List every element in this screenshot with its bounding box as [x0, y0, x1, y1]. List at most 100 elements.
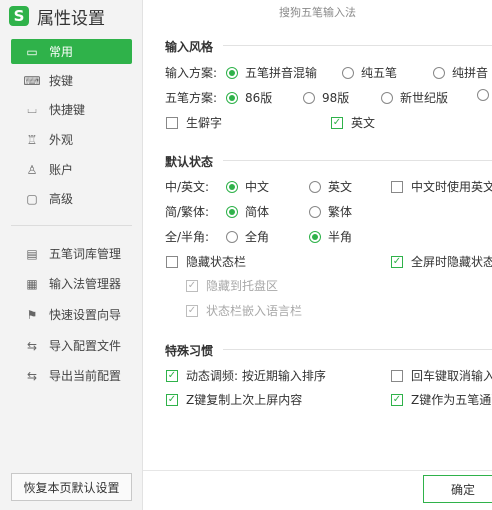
checkbox-z-repeat[interactable]: ✓ Z键复制上次上屏内容	[166, 391, 302, 408]
radio-checked	[309, 230, 321, 243]
radio-pure-wubi[interactable]: 纯五笔	[342, 64, 397, 81]
radio-simplified[interactable]: 简体	[226, 203, 269, 220]
import-icon: ⇆	[26, 338, 38, 353]
option-label: 动态调频: 按近期输入排序	[186, 369, 326, 383]
option-label: 半角	[328, 230, 353, 244]
option-label: 繁体	[328, 205, 353, 219]
option-label: 全屏时隐藏状态栏	[411, 255, 492, 269]
user-icon: ♙	[26, 162, 38, 177]
radio-checked	[226, 66, 238, 79]
dictionary-icon: ▤	[26, 246, 38, 261]
checkbox-unchecked	[166, 116, 178, 129]
section-divider	[223, 349, 492, 350]
checkbox-fullscreen-hide[interactable]: ✓ 全屏时隐藏状态栏	[391, 253, 492, 270]
tool-label: 五笔词库管理	[49, 247, 122, 261]
check-icon: ✓	[391, 393, 403, 406]
settings-panel: 输入风格 输入方案: 五笔拼音混输 纯五笔 纯拼音 五笔方案: 86版 98版 …	[143, 0, 492, 470]
radio-unchecked	[309, 205, 321, 218]
checkbox-cn-use-en-punct[interactable]: 中文时使用英文标点	[391, 178, 492, 195]
nav-item-common[interactable]: ▭ 常用	[11, 39, 132, 64]
ok-button[interactable]: 确定	[423, 475, 492, 503]
nav-item-account[interactable]: ♙ 账户	[11, 157, 132, 182]
radio-wubi-extra[interactable]	[477, 89, 492, 101]
app-header: S 属性设置	[9, 4, 105, 29]
checkbox-unchecked	[166, 255, 178, 268]
sidebar: S 属性设置 ▭ 常用 ⌨ 按键 ⌴ 快捷键 ♖ 外观 ♙ 账户 ▢ 高级 ▤ …	[0, 0, 143, 510]
advanced-icon: ▢	[26, 191, 38, 206]
radio-traditional[interactable]: 繁体	[309, 203, 352, 220]
radio-wubi-pinyin[interactable]: 五笔拼音混输	[226, 64, 317, 81]
checkbox-enter-cancel[interactable]: 回车键取消输入	[391, 367, 492, 384]
radio-half-width[interactable]: 半角	[309, 228, 352, 245]
tool-label: 输入法管理器	[49, 277, 122, 291]
tool-ime-manager[interactable]: ▦ 输入法管理器	[11, 271, 132, 296]
check-icon: ✓	[331, 116, 343, 129]
checkbox-hide-to-tray[interactable]: ✓ 隐藏到托盘区	[186, 277, 278, 294]
section-divider	[223, 45, 492, 46]
radio-unchecked	[381, 91, 393, 104]
shirt-icon: ♖	[26, 132, 38, 147]
checkbox-dynamic-adjust[interactable]: ✓ 动态调频: 按近期输入排序	[166, 367, 326, 384]
radio-wubi-new-century[interactable]: 新世纪版	[381, 89, 448, 106]
tool-export-config[interactable]: ⇆ 导出当前配置	[11, 363, 132, 388]
nav-divider	[11, 225, 132, 226]
radio-unchecked	[433, 66, 445, 79]
option-label: 回车键取消输入	[411, 369, 492, 383]
checkbox-embed-language-bar[interactable]: ✓ 状态栏嵌入语言栏	[186, 302, 302, 319]
radio-chinese[interactable]: 中文	[226, 178, 269, 195]
checkbox-hide-status-bar[interactable]: 隐藏状态栏	[166, 253, 246, 270]
section-title-input-style: 输入风格	[165, 40, 214, 54]
export-icon: ⇆	[26, 368, 38, 383]
nav-item-advanced[interactable]: ▢ 高级	[11, 186, 132, 211]
option-label: Z键复制上次上屏内容	[186, 393, 303, 407]
option-label: 新世纪版	[400, 91, 449, 105]
option-label: 中文	[245, 180, 270, 194]
option-label: 隐藏到托盘区	[206, 279, 279, 293]
option-label: 生僻字	[186, 116, 223, 130]
nav-item-label: 高级	[49, 192, 74, 206]
option-label: 纯五笔	[361, 66, 398, 80]
radio-checked	[226, 180, 238, 193]
nav-item-label: 快捷键	[49, 103, 86, 117]
tool-dictionary-manager[interactable]: ▤ 五笔词库管理	[11, 241, 132, 266]
nav-item-keys[interactable]: ⌨ 按键	[11, 68, 132, 93]
nav-item-label: 外观	[49, 133, 74, 147]
nav-item-label: 账户	[49, 163, 74, 177]
checkbox-z-wubi-wildcard[interactable]: ✓ Z键作为五笔通配键	[391, 391, 492, 408]
nav-item-shortcuts[interactable]: ⌴ 快捷键	[11, 97, 132, 122]
width-label: 全/半角:	[165, 230, 210, 244]
radio-wubi-86[interactable]: 86版	[226, 89, 272, 106]
radio-unchecked	[226, 230, 238, 243]
checkbox-rare-chars[interactable]: 生僻字	[166, 114, 222, 131]
radio-wubi-98[interactable]: 98版	[303, 89, 349, 106]
radio-full-width[interactable]: 全角	[226, 228, 269, 245]
option-label: Z键作为五笔通配键	[411, 393, 492, 407]
radio-english[interactable]: 英文	[309, 178, 352, 195]
tool-setup-wizard[interactable]: ⚑ 快速设置向导	[11, 302, 132, 327]
option-label: 纯拼音	[452, 66, 489, 80]
option-label: 86版	[245, 91, 273, 105]
section-title-default-state: 默认状态	[165, 155, 214, 169]
option-label: 状态栏嵌入语言栏	[206, 304, 303, 318]
radio-unchecked	[303, 91, 315, 104]
keyboard-icon: ⌨	[23, 73, 41, 88]
wubi-scheme-label: 五笔方案:	[165, 91, 218, 105]
check-icon: ✓	[186, 279, 198, 292]
nav-item-label: 按键	[49, 74, 74, 88]
manager-icon: ▦	[26, 276, 38, 291]
option-label: 隐藏状态栏	[186, 255, 247, 269]
radio-unchecked	[342, 66, 354, 79]
nav-item-appearance[interactable]: ♖ 外观	[11, 127, 132, 152]
restore-defaults-button[interactable]: 恢复本页默认设置	[11, 473, 132, 501]
radio-pure-pinyin[interactable]: 纯拼音	[433, 64, 488, 81]
nav-item-label: 常用	[49, 45, 74, 59]
radio-unchecked	[309, 180, 321, 193]
section-title-habits: 特殊习惯	[165, 344, 214, 358]
tool-label: 导出当前配置	[49, 369, 122, 383]
check-icon: ✓	[166, 393, 178, 406]
checkbox-english[interactable]: ✓ 英文	[331, 114, 375, 131]
shortcut-icon: ⌴	[27, 102, 37, 116]
check-icon: ✓	[186, 304, 198, 317]
option-label: 98版	[322, 91, 350, 105]
tool-import-config[interactable]: ⇆ 导入配置文件	[11, 333, 132, 358]
